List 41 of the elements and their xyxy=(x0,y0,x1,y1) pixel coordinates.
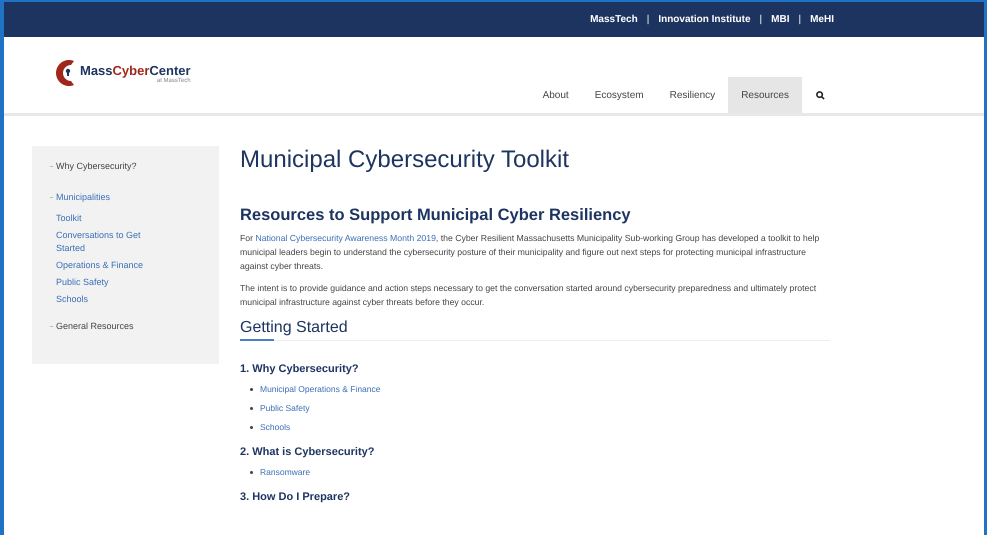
sidebar-subitem[interactable]: Public Safety xyxy=(56,276,166,289)
awareness-month-link[interactable]: National Cybersecurity Awareness Month 2019 xyxy=(255,233,436,243)
step-title: 1. Why Cybersecurity? xyxy=(240,363,360,375)
top-link[interactable]: MeHI xyxy=(810,14,834,25)
bullet-icon xyxy=(250,470,253,474)
sidebar-subitem[interactable]: Toolkit xyxy=(56,212,166,225)
bullet-icon xyxy=(250,406,253,410)
separator: | xyxy=(798,14,802,25)
separator: | xyxy=(646,14,650,25)
step-link[interactable]: Municipal Operations & Finance xyxy=(260,384,380,394)
top-link[interactable]: Innovation Institute xyxy=(658,14,751,25)
top-link[interactable]: MBI xyxy=(771,14,790,25)
nav-item[interactable]: About xyxy=(530,77,582,113)
step-title: 2. What is Cybersecurity? xyxy=(240,446,376,458)
step-title: 3. How Do I Prepare? xyxy=(240,491,352,503)
search-icon xyxy=(816,90,825,100)
section-title: Resources to Support Municipal Cyber Resiliency xyxy=(240,206,632,225)
sidebar-subitem[interactable]: Conversations to Get Started xyxy=(56,229,166,255)
nav-item[interactable]: Resources xyxy=(728,77,802,113)
step-link[interactable]: Public Safety xyxy=(260,403,310,413)
step-link[interactable]: Ransomware xyxy=(260,467,310,477)
dash-icon xyxy=(50,326,53,327)
sidebar-subitem[interactable]: Schools xyxy=(56,293,166,306)
sidebar-item[interactable]: Municipalities xyxy=(56,191,110,204)
bullet-icon xyxy=(250,426,253,428)
bullet-icon xyxy=(250,388,253,390)
nav-item[interactable]: Resiliency xyxy=(656,77,728,113)
intro-paragraph: For National Cybersecurity Awareness Month 2019, the Cyber Resilient Massachusetts Municipality Sub-working Group has developed a toolkit to help municipal leaders begin to understand the cybersecurity posture of their municipality and figure out next steps for protecting municipal infrastructure against cyber threats. xyxy=(240,232,820,273)
dash-icon xyxy=(50,166,53,167)
sidebar-subitem[interactable]: Operations & Finance xyxy=(56,259,166,272)
sidebar-item[interactable]: Why Cybersecurity? xyxy=(56,160,137,173)
nav-item[interactable]: Ecosystem xyxy=(582,77,657,113)
logo-text: MassCyberCenter xyxy=(80,62,191,78)
page-title: Municipal Cybersecurity Toolkit xyxy=(240,146,570,174)
step-link[interactable]: Schools xyxy=(260,422,290,432)
subheading: Getting Started xyxy=(240,319,830,341)
sidebar-item[interactable]: General Resources xyxy=(56,320,134,333)
paragraph: The intent is to provide guidance and action steps necessary to get the conversation started around cybersecurity preparedness and ultimately protect municipal infrastructure against cyber threats before they occur. xyxy=(240,282,818,309)
dash-icon xyxy=(50,197,53,198)
separator: | xyxy=(760,14,762,25)
top-link[interactable]: MassTech xyxy=(590,14,638,25)
